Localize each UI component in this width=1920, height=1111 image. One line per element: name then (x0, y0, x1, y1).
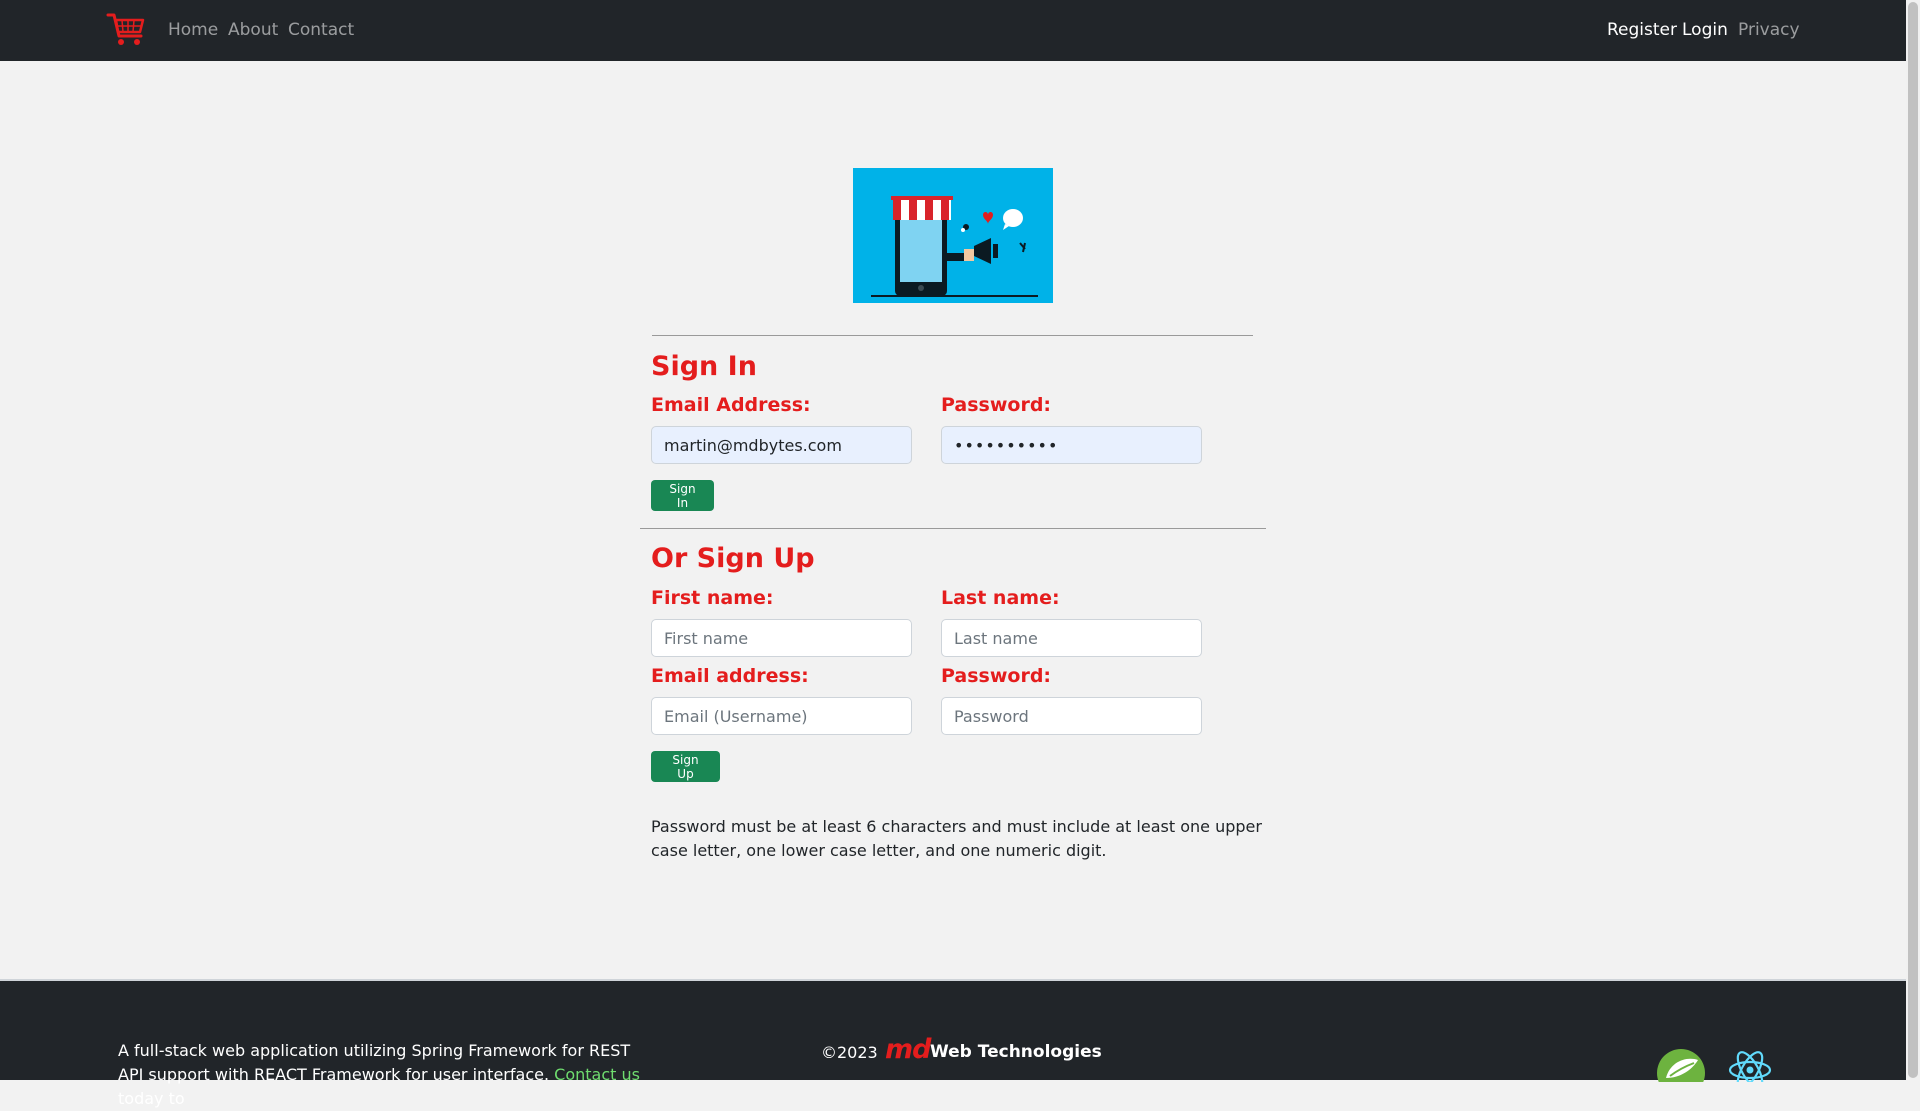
copyright-text: ©2023 (821, 1043, 878, 1062)
sign-in-email-label: Email Address: (651, 394, 811, 416)
sign-in-email-input[interactable] (651, 426, 912, 464)
page-footer: A full-stack web application utilizing S… (0, 979, 1906, 1108)
sign-up-email-label: Email address: (651, 665, 809, 687)
shopping-cart-icon[interactable] (106, 11, 146, 47)
hero-illustration (853, 168, 1053, 303)
divider-middle (640, 528, 1266, 529)
sign-in-heading: Sign In (651, 351, 757, 382)
last-name-label: Last name: (941, 587, 1060, 609)
contact-us-link[interactable]: Contact us (554, 1065, 640, 1084)
footer-description-tail: today to (118, 1089, 185, 1108)
divider-top (652, 335, 1253, 336)
sign-up-button[interactable]: Sign Up (651, 751, 720, 782)
sign-up-password-label: Password: (941, 665, 1052, 687)
sign-in-button[interactable]: Sign In (651, 480, 714, 511)
store-phone-illustration (871, 196, 1038, 297)
password-requirements-note: Password must be at least 6 characters a… (651, 817, 1262, 860)
sign-in-password-input[interactable] (941, 426, 1202, 464)
nav-contact-link[interactable]: Contact (288, 20, 354, 40)
sign-in-password-label: Password: (941, 394, 1052, 416)
nav-privacy-link[interactable]: Privacy (1738, 20, 1800, 40)
sign-up-heading: Or Sign Up (651, 543, 815, 574)
nav-login-link[interactable]: Login (1682, 20, 1728, 40)
nav-home-link[interactable]: Home (168, 20, 218, 40)
top-navbar: Home About Contact Register Login Privac… (0, 0, 1906, 61)
spring-leaf-icon (1657, 1049, 1705, 1082)
sign-up-email-input[interactable] (651, 697, 912, 735)
vertical-scrollbar-thumb[interactable] (1908, 2, 1918, 1078)
last-name-input[interactable] (941, 619, 1202, 657)
company-name: Web Technologies (930, 1042, 1102, 1062)
nav-register-link[interactable]: Register (1607, 20, 1677, 40)
first-name-input[interactable] (651, 619, 912, 657)
first-name-label: First name: (651, 587, 774, 609)
nav-about-link[interactable]: About (228, 20, 278, 40)
footer-description: A full-stack web application utilizing S… (118, 1039, 658, 1111)
sign-up-password-input[interactable] (941, 697, 1202, 735)
react-atom-icon (1728, 1051, 1772, 1082)
md-logo: md (885, 1034, 931, 1065)
